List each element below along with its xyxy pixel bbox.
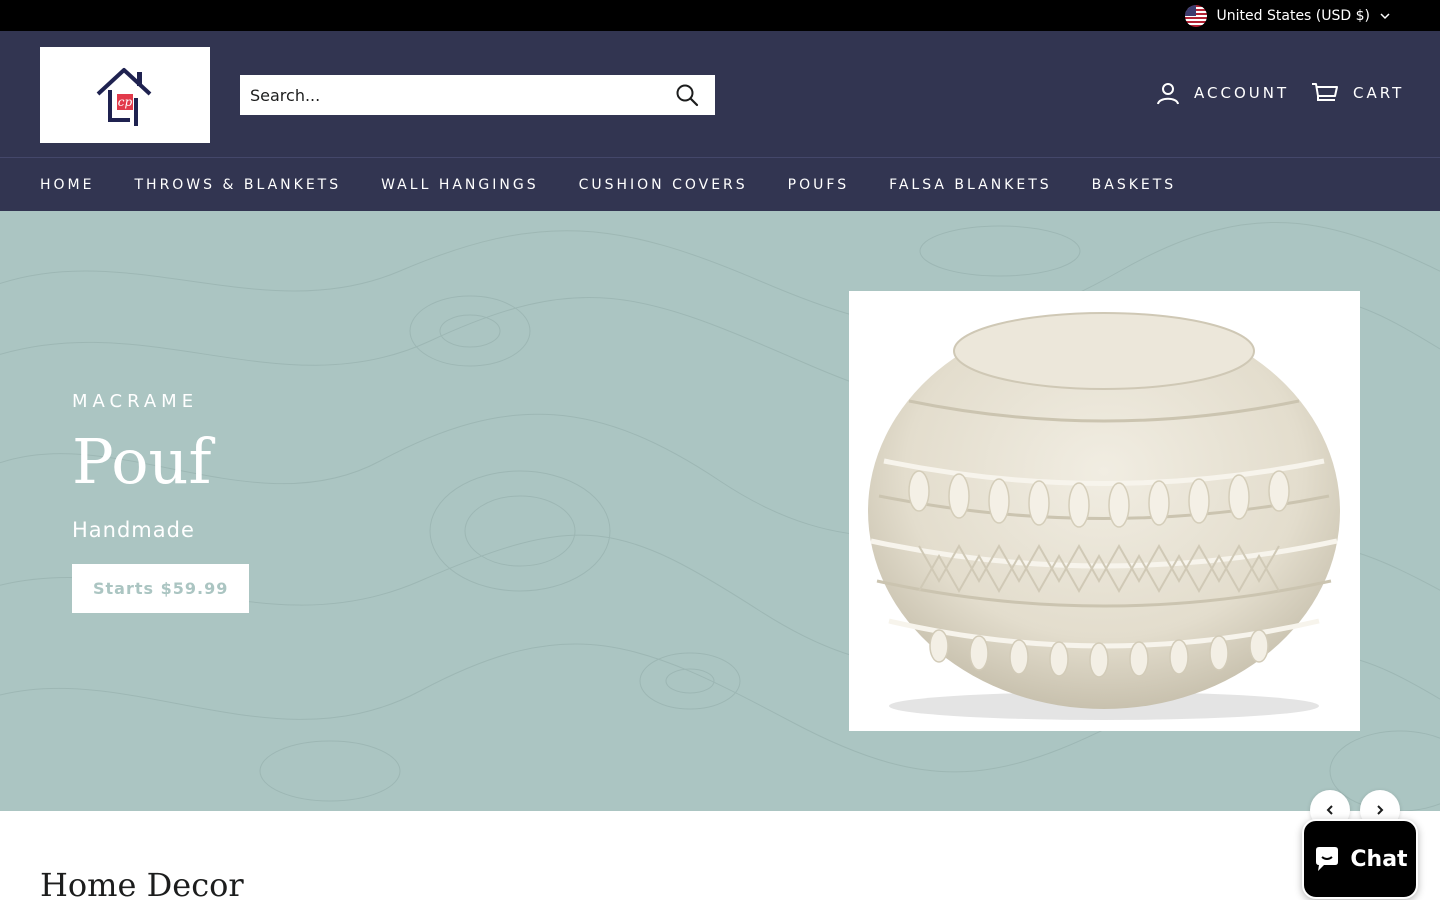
site-header: cp ACCOUNT CART	[0, 31, 1440, 158]
hero-eyebrow: MACRAME	[72, 391, 199, 412]
nav-item-wall-hangings[interactable]: WALL HANGINGS	[381, 177, 538, 193]
chat-button[interactable]: Chat	[1302, 819, 1418, 899]
search-button[interactable]	[659, 75, 715, 115]
hero-text: MACRAME Pouf Handmade Starts $59.99	[72, 391, 250, 614]
chat-bubble-icon	[1316, 847, 1339, 871]
search-icon	[676, 84, 699, 107]
nav-item-home[interactable]: HOME	[40, 177, 94, 193]
account-link[interactable]: ACCOUNT	[1156, 81, 1289, 105]
nav-item-baskets[interactable]: BASKETS	[1092, 177, 1177, 193]
currency-selector[interactable]: United States (USD $)	[1184, 4, 1390, 28]
chat-label: Chat	[1350, 846, 1408, 872]
hero-subtitle: Handmade	[72, 518, 195, 543]
macrame-pouf-illustration	[868, 312, 1340, 720]
nav-item-poufs[interactable]: POUFS	[788, 177, 849, 193]
hero-slideshow: MACRAME Pouf Handmade Starts $59.99	[0, 211, 1440, 811]
nav-item-cushion-covers[interactable]: CUSHION COVERS	[579, 177, 748, 193]
search-input[interactable]	[240, 75, 659, 115]
top-bar: United States (USD $)	[0, 0, 1440, 31]
cart-icon	[1312, 83, 1338, 101]
chevron-left-icon	[1326, 805, 1333, 815]
store-logo[interactable]: cp	[40, 47, 210, 143]
nav-item-throws-blankets[interactable]: THROWS & BLANKETS	[134, 177, 341, 193]
chevron-down-icon	[1380, 13, 1390, 20]
hero-title: Pouf	[72, 425, 212, 498]
hero-cta-button[interactable]: Starts $59.99	[72, 564, 250, 614]
house-logo-icon: cp	[96, 68, 152, 126]
chevron-right-icon	[1377, 805, 1384, 815]
nav-item-falsa-blankets[interactable]: FALSA BLANKETS	[889, 177, 1052, 193]
account-label: ACCOUNT	[1194, 84, 1290, 102]
cart-label: CART	[1353, 84, 1405, 102]
currency-label: United States (USD $)	[1216, 8, 1370, 24]
svg-text:cp: cp	[118, 95, 133, 109]
main-nav: HOME THROWS & BLANKETS WALL HANGINGS CUS…	[0, 158, 1440, 211]
cart-link[interactable]: CART	[1311, 81, 1404, 105]
search-bar	[240, 75, 715, 115]
us-flag-icon	[1184, 5, 1207, 27]
pouf-product-image[interactable]	[849, 291, 1360, 731]
user-icon	[1157, 83, 1179, 105]
section-title: Home Decor	[40, 866, 244, 900]
